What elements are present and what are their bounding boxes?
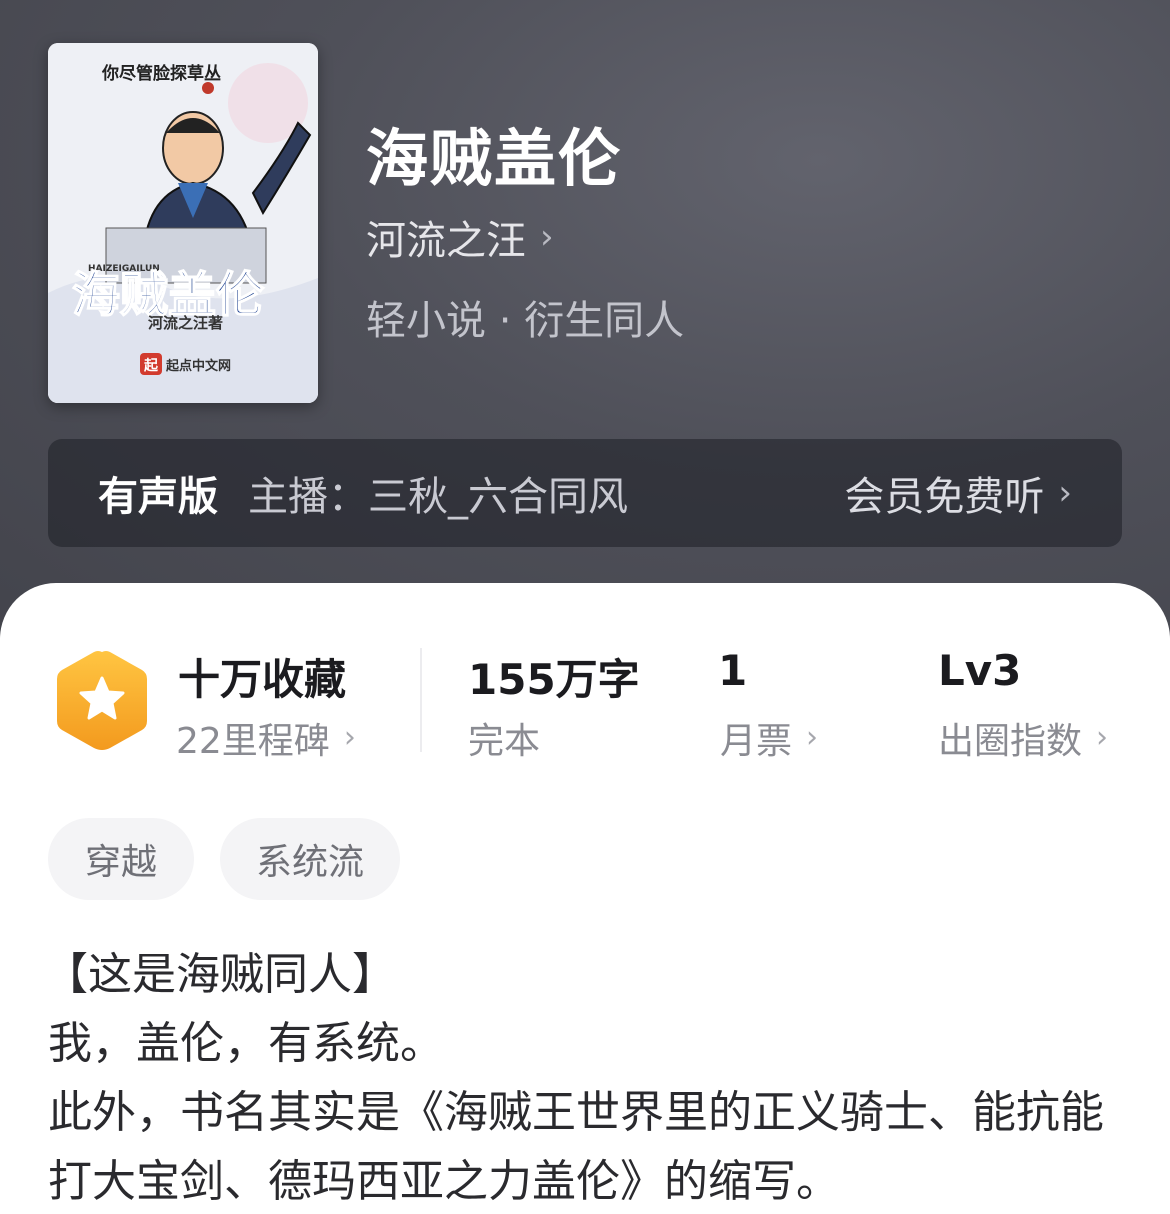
popularity-index-link[interactable]: 出圈指数 › bbox=[938, 712, 1108, 764]
chevron-right-icon: › bbox=[343, 720, 356, 755]
completion-status-label: 完本 bbox=[468, 721, 541, 762]
cover-tagline: 你尽管脸探草丛 bbox=[101, 63, 221, 84]
synopsis-line: 【这是海贼同人】 bbox=[44, 949, 396, 1000]
monthly-ticket-count: 1 bbox=[718, 646, 748, 695]
cover-author-art: 河流之汪著 bbox=[148, 314, 223, 332]
popularity-index-label: 出圈指数 bbox=[938, 721, 1083, 762]
member-free-listen-label: 会员免费听 bbox=[844, 474, 1045, 520]
milestone-link[interactable]: 22里程碑 › bbox=[176, 712, 356, 764]
synopsis-line: 我，盖伦，有系统。 bbox=[48, 1018, 444, 1069]
word-count: 155万字 bbox=[468, 655, 640, 704]
book-title: 海贼盖伦 bbox=[366, 122, 623, 195]
author-name: 河流之汪 bbox=[366, 218, 526, 264]
favorites-count: 十万收藏 bbox=[178, 655, 347, 704]
audio-label: 有声版 bbox=[98, 474, 218, 520]
synopsis: 【这是海贼同人】 我，盖伦，有系统。 此外，书名其实是《海贼王世界里的正义骑士、… bbox=[44, 940, 1128, 1214]
member-free-listen-button[interactable]: 会员免费听 › bbox=[844, 464, 1072, 522]
book-category: 轻小说 · 衍生同人 bbox=[366, 298, 685, 344]
publisher-mark: 起 bbox=[143, 357, 159, 374]
audio-host: 主播：三秋_六合同风 bbox=[248, 474, 628, 520]
chevron-right-icon: › bbox=[1096, 720, 1109, 755]
tag-chip[interactable]: 系统流 bbox=[220, 818, 400, 900]
monthly-ticket-link[interactable]: 月票 › bbox=[720, 712, 818, 764]
stat-divider bbox=[420, 648, 422, 752]
audio-version-bar[interactable]: 有声版 主播：三秋_六合同风 会员免费听 › bbox=[48, 439, 1122, 547]
star-hexagon-icon[interactable] bbox=[54, 648, 150, 752]
chevron-right-icon: › bbox=[806, 720, 819, 755]
completion-status: 完本 bbox=[468, 712, 540, 764]
cover-art: 你尽管脸探草丛 HAIZEIGAILUN 海贼盖伦 河流之汪著 起 起点中文网 bbox=[48, 43, 318, 403]
synopsis-line: 此外，书名其实是《海贼王世界里的正义骑士、能抗能打大宝剑、德玛西亚之力盖伦》的缩… bbox=[48, 1087, 1104, 1207]
book-cover[interactable]: 你尽管脸探草丛 HAIZEIGAILUN 海贼盖伦 河流之汪著 起 起点中文网 bbox=[48, 43, 318, 403]
monthly-ticket-label: 月票 bbox=[720, 721, 793, 762]
author-link[interactable]: 河流之汪 › bbox=[366, 208, 554, 266]
chevron-right-icon: › bbox=[1058, 473, 1072, 513]
chevron-right-icon: › bbox=[540, 217, 554, 257]
popularity-level: Lv3 bbox=[938, 646, 1022, 695]
tag-chip[interactable]: 穿越 bbox=[48, 818, 194, 900]
milestone-label: 22里程碑 bbox=[176, 721, 330, 762]
cover-publisher: 起点中文网 bbox=[165, 358, 231, 374]
